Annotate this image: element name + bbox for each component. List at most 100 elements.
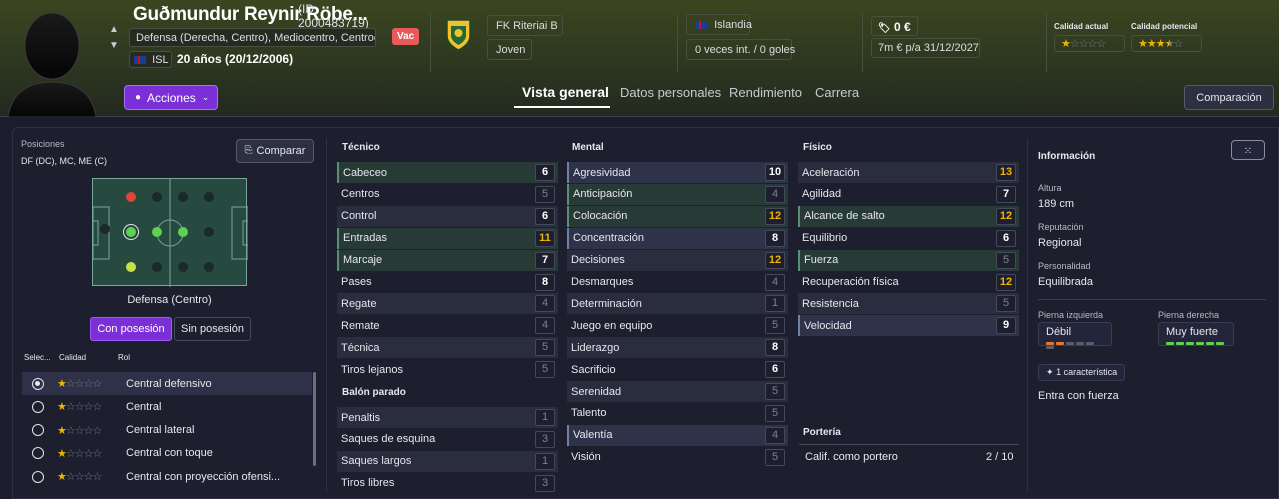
roles-scrollbar[interactable] bbox=[313, 372, 316, 466]
role-radio[interactable] bbox=[32, 470, 44, 483]
attribute-row[interactable]: Entradas 11 bbox=[337, 227, 558, 249]
tab-datos-personales[interactable]: Datos personales bbox=[620, 85, 721, 100]
tab-carrera[interactable]: Carrera bbox=[815, 85, 859, 100]
col-role[interactable]: Rol bbox=[118, 353, 130, 362]
club-name[interactable]: FK Riteriai B bbox=[487, 15, 563, 36]
star-rating: ★★★★☆ bbox=[1138, 38, 1183, 50]
position-dot[interactable] bbox=[126, 262, 136, 272]
position-pitch[interactable] bbox=[92, 178, 248, 287]
position-dot[interactable] bbox=[152, 192, 162, 202]
nation-box[interactable]: Islandia bbox=[686, 14, 752, 35]
attribute-row[interactable]: Saques largos 1 bbox=[337, 450, 558, 472]
col-select[interactable]: Selec... bbox=[24, 353, 51, 362]
attribute-row[interactable]: Penaltis 1 bbox=[337, 407, 558, 428]
attribute-row[interactable]: Centros 5 bbox=[337, 184, 558, 205]
comparison-button[interactable]: Comparación bbox=[1184, 85, 1274, 110]
attribute-row[interactable]: Tiros lejanos 5 bbox=[337, 359, 558, 380]
actions-button[interactable]: ● Acciones ⌄ bbox=[124, 85, 218, 110]
attribute-row[interactable]: Visión 5 bbox=[567, 447, 788, 468]
pitch-role-label: Defensa (Centro) bbox=[127, 294, 212, 306]
attribute-name: Saques de esquina bbox=[341, 433, 436, 446]
attribute-row[interactable]: Control 6 bbox=[337, 205, 558, 227]
attribute-row[interactable]: Equilibrio 6 bbox=[798, 228, 1019, 249]
attribute-row[interactable]: Cabeceo 6 bbox=[337, 162, 558, 183]
position-dot[interactable] bbox=[204, 262, 214, 272]
role-row[interactable]: ★☆☆☆☆ Central lateral bbox=[22, 419, 312, 442]
foot-level-segment bbox=[1056, 342, 1064, 345]
attribute-value: 4 bbox=[765, 426, 785, 444]
role-radio[interactable] bbox=[32, 424, 44, 437]
position-dot[interactable] bbox=[152, 262, 162, 272]
attribute-row[interactable]: Velocidad 9 bbox=[798, 315, 1019, 337]
attribute-row[interactable]: Sacrificio 6 bbox=[567, 359, 788, 380]
role-row[interactable]: ★☆☆☆☆ Central con toque bbox=[22, 442, 312, 465]
attribute-row[interactable]: Aceleración 13 bbox=[798, 162, 1019, 183]
attribute-row[interactable]: Juego en equipo 5 bbox=[567, 315, 788, 336]
role-row[interactable]: ★☆☆☆☆ Central defensivo bbox=[22, 372, 312, 395]
attribute-value: 13 bbox=[996, 164, 1016, 181]
attribute-name: Centros bbox=[341, 188, 380, 201]
foot-level-segment bbox=[1196, 342, 1204, 345]
previous-player-icon[interactable]: ▲ bbox=[109, 24, 119, 35]
tab-rendimiento[interactable]: Rendimiento bbox=[729, 85, 802, 100]
attribute-row[interactable]: Marcaje 7 bbox=[337, 249, 558, 271]
attribute-row[interactable]: Determinación 1 bbox=[567, 293, 788, 315]
attribute-value: 8 bbox=[535, 273, 555, 291]
position-dot[interactable] bbox=[204, 227, 214, 237]
attribute-row[interactable]: Remate 4 bbox=[337, 315, 558, 336]
compare-button[interactable]: ⎘ Comparar bbox=[236, 139, 314, 163]
attribute-row[interactable]: Liderazgo 8 bbox=[567, 337, 788, 359]
nationality-box: ISL bbox=[129, 51, 172, 68]
position-dot[interactable] bbox=[178, 227, 188, 237]
attribute-row[interactable]: Resistencia 5 bbox=[798, 293, 1019, 315]
attribute-row[interactable]: Concentración 8 bbox=[567, 227, 788, 249]
tab-vista-general[interactable]: Vista general bbox=[522, 84, 609, 100]
attribute-name: Liderazgo bbox=[571, 341, 620, 354]
role-row[interactable]: ★☆☆☆☆ Central bbox=[22, 395, 312, 418]
selected-position-dot[interactable] bbox=[126, 227, 136, 237]
attribute-row[interactable]: Recuperación física 12 bbox=[798, 272, 1019, 293]
attribute-name: Juego en equipo bbox=[571, 319, 653, 332]
attribute-row[interactable]: Pases 8 bbox=[337, 272, 558, 293]
col-quality[interactable]: Calidad bbox=[59, 353, 86, 362]
attribute-row[interactable]: Alcance de salto 12 bbox=[798, 205, 1019, 227]
position-dot[interactable] bbox=[178, 192, 188, 202]
position-dot[interactable] bbox=[126, 192, 136, 202]
attribute-row[interactable]: Fuerza 5 bbox=[798, 249, 1019, 271]
attribute-name: Penaltis bbox=[341, 411, 381, 424]
foot-level-segment bbox=[1186, 342, 1194, 345]
attribute-row[interactable]: Talento 5 bbox=[567, 403, 788, 424]
position-dot[interactable] bbox=[204, 192, 214, 202]
club-crest-icon[interactable] bbox=[445, 18, 472, 52]
attribute-row[interactable]: Serenidad 5 bbox=[567, 381, 788, 402]
position-dot[interactable] bbox=[100, 224, 110, 234]
attribute-row[interactable]: Colocación 12 bbox=[567, 205, 788, 227]
position-dot[interactable] bbox=[152, 227, 162, 237]
role-row[interactable]: ★☆☆☆☆ Central con proyección ofensi... bbox=[22, 465, 312, 488]
attribute-row[interactable]: Agresividad 10 bbox=[567, 162, 788, 183]
role-radio[interactable] bbox=[32, 400, 44, 413]
role-name: Central bbox=[126, 400, 162, 413]
attribute-row[interactable]: Regate 4 bbox=[337, 293, 558, 315]
attribute-row[interactable]: Anticipación 4 bbox=[567, 183, 788, 205]
attribute-row[interactable]: Valentía 4 bbox=[567, 424, 788, 446]
attribute-row[interactable]: Tiros libres 3 bbox=[337, 473, 558, 494]
traits-badge[interactable]: ✦ 1 característica bbox=[1038, 364, 1126, 381]
status-tag[interactable]: Vac bbox=[392, 28, 420, 45]
attribute-row[interactable]: Técnica 5 bbox=[337, 337, 558, 359]
without-possession-toggle[interactable]: Sin posesión bbox=[174, 317, 251, 341]
attribute-row[interactable]: Agilidad 7 bbox=[798, 184, 1019, 205]
position-dot[interactable] bbox=[178, 262, 188, 272]
role-radio[interactable] bbox=[32, 447, 44, 460]
role-radio[interactable] bbox=[32, 377, 44, 390]
attribute-row[interactable]: Desmarques 4 bbox=[567, 272, 788, 293]
attribute-value: 8 bbox=[765, 229, 785, 247]
with-possession-toggle[interactable]: Con posesión bbox=[90, 317, 172, 341]
attribute-row[interactable]: Saques de esquina 3 bbox=[337, 429, 558, 450]
attribute-value: 5 bbox=[765, 383, 785, 400]
attribute-value: 3 bbox=[535, 474, 555, 492]
attribute-row[interactable]: Decisiones 12 bbox=[567, 249, 788, 271]
person-icon: ● bbox=[135, 92, 142, 103]
next-player-icon[interactable]: ▼ bbox=[109, 40, 119, 51]
info-settings-button[interactable]: ⁙ bbox=[1231, 140, 1265, 160]
